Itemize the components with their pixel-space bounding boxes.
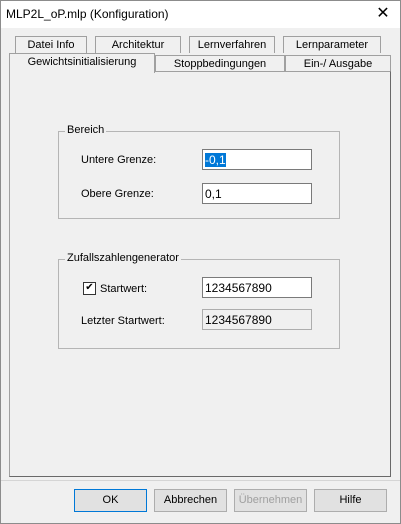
untere-grenze-input[interactable]: -0,1 xyxy=(202,149,312,170)
zufall-group-label: Zufallszahlengenerator xyxy=(65,252,181,264)
letzter-startwert-label: Letzter Startwert: xyxy=(81,315,165,327)
bereich-group: Bereich Untere Grenze: -0,1 Obere Grenze… xyxy=(58,124,340,219)
obere-grenze-label: Obere Grenze: xyxy=(81,188,154,200)
tab-stoppbedingungen[interactable]: Stoppbedingungen xyxy=(155,55,285,72)
title-bar: MLP2L_oP.mlp (Konfiguration) ✕ xyxy=(1,1,400,28)
untere-grenze-label: Untere Grenze: xyxy=(81,154,157,166)
window-title: MLP2L_oP.mlp (Konfiguration) xyxy=(6,7,169,21)
startwert-checkbox[interactable]: ✔ xyxy=(83,282,96,295)
startwert-label: Startwert: xyxy=(100,283,148,295)
tab-architektur[interactable]: Architektur xyxy=(95,36,181,53)
config-dialog: MLP2L_oP.mlp (Konfiguration) ✕ Datei Inf… xyxy=(0,0,401,524)
cancel-button[interactable]: Abbrechen xyxy=(154,489,227,512)
help-button[interactable]: Hilfe xyxy=(314,489,387,512)
tab-datei-info[interactable]: Datei Info xyxy=(15,36,87,53)
bereich-group-label: Bereich xyxy=(65,124,107,136)
tab-lernverfahren[interactable]: Lernverfahren xyxy=(189,36,275,53)
zufall-group: Zufallszahlengenerator ✔ Startwert: 1234… xyxy=(58,252,340,349)
startwert-input[interactable]: 1234567890 xyxy=(202,277,312,298)
apply-button[interactable]: Übernehmen xyxy=(234,489,307,512)
footer-divider xyxy=(1,480,400,481)
close-button[interactable]: ✕ xyxy=(370,3,396,25)
obere-grenze-input[interactable]: 0,1 xyxy=(202,183,312,204)
letzter-startwert-field: 1234567890 xyxy=(202,309,312,330)
tab-ein-ausgabe[interactable]: Ein-/ Ausgabe xyxy=(285,55,391,72)
ok-button[interactable]: OK xyxy=(74,489,147,512)
untere-grenze-value: -0,1 xyxy=(205,153,226,167)
tab-panel: Bereich Untere Grenze: -0,1 Obere Grenze… xyxy=(9,71,391,477)
tab-gewichtsinitialisierung[interactable]: Gewichtsinitialisierung xyxy=(9,53,155,73)
tab-lernparameter[interactable]: Lernparameter xyxy=(283,36,381,53)
